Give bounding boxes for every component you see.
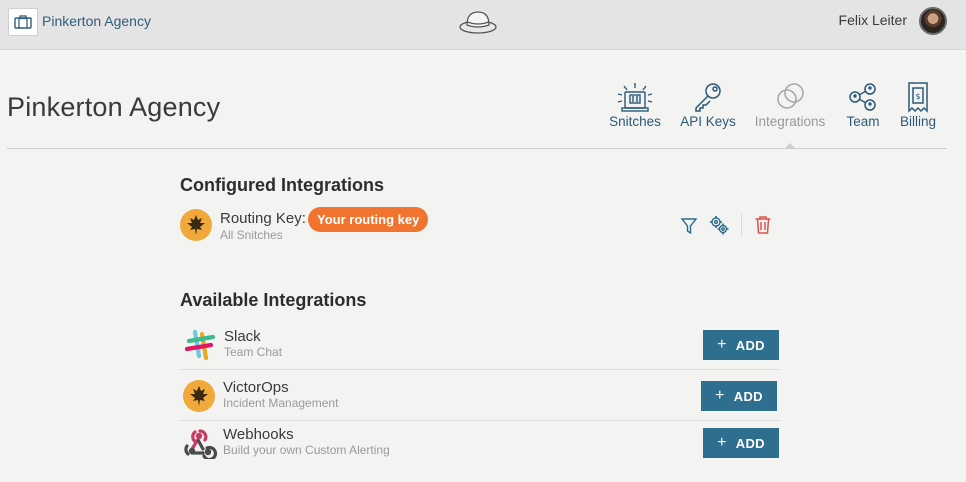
add-victorops-button[interactable]: + ADD (701, 381, 777, 411)
tab-team[interactable]: Team (844, 80, 882, 129)
webhooks-icon (184, 429, 217, 459)
gears-icon[interactable] (708, 214, 730, 236)
configured-integrations-heading: Configured Integrations (180, 175, 384, 195)
org-switcher-button[interactable] (8, 8, 38, 36)
plus-icon: + (717, 336, 727, 353)
routing-key-label: Routing Key: (220, 210, 306, 227)
org-name-link[interactable]: Pinkerton Agency (42, 13, 151, 29)
actions-divider (741, 214, 742, 236)
webhooks-subtitle: Build your own Custom Alerting (223, 443, 390, 457)
tab-snitches-label: Snitches (609, 114, 661, 129)
victorops-leaf-icon (183, 380, 215, 412)
available-integrations-heading: Available Integrations (180, 290, 367, 310)
tab-snitches[interactable]: Snitches (608, 80, 662, 129)
row-divider (180, 420, 780, 421)
integrations-rings-icon (777, 83, 804, 109)
victorops-subtitle: Incident Management (223, 396, 339, 410)
receipt-icon: $ (908, 82, 928, 113)
slack-subtitle: Team Chat (224, 345, 283, 359)
section-nav: Snitches API Keys Integrations Team $ Bi… (0, 80, 966, 140)
tab-api-keys[interactable]: API Keys (680, 80, 736, 129)
tab-billing[interactable]: $ Billing (896, 80, 940, 129)
tab-integrations[interactable]: Integrations (752, 80, 828, 129)
tab-integrations-label: Integrations (754, 114, 826, 129)
slack-name: Slack (224, 328, 261, 345)
briefcase-icon (14, 15, 32, 29)
snitch-light-icon (617, 83, 653, 112)
tab-team-label: Team (846, 114, 880, 129)
victorops-leaf-icon (180, 209, 212, 241)
plus-icon: + (717, 434, 727, 451)
top-bar: Pinkerton Agency Felix Leiter (0, 0, 966, 50)
tab-api-keys-label: API Keys (680, 114, 736, 129)
row-divider (180, 369, 780, 370)
key-icon (695, 83, 721, 112)
tab-billing-label: Billing (899, 114, 937, 129)
routing-key-scope: All Snitches (220, 228, 283, 242)
avatar[interactable] (919, 7, 947, 35)
victorops-name: VictorOps (223, 379, 289, 396)
plus-icon: + (715, 387, 725, 404)
svg-text:$: $ (915, 92, 920, 101)
active-tab-caret (785, 143, 795, 148)
trash-icon[interactable] (754, 215, 772, 235)
slack-icon (184, 329, 216, 361)
hat-logo-icon[interactable] (458, 8, 498, 36)
user-name-menu[interactable]: Felix Leiter (839, 12, 907, 28)
team-icon (849, 83, 876, 111)
add-webhooks-button[interactable]: + ADD (703, 428, 779, 458)
filter-icon[interactable] (680, 217, 698, 235)
add-slack-button[interactable]: + ADD (703, 330, 779, 360)
header-divider (7, 148, 947, 149)
webhooks-name: Webhooks (223, 426, 294, 443)
routing-key-badge: Your routing key (308, 207, 429, 232)
